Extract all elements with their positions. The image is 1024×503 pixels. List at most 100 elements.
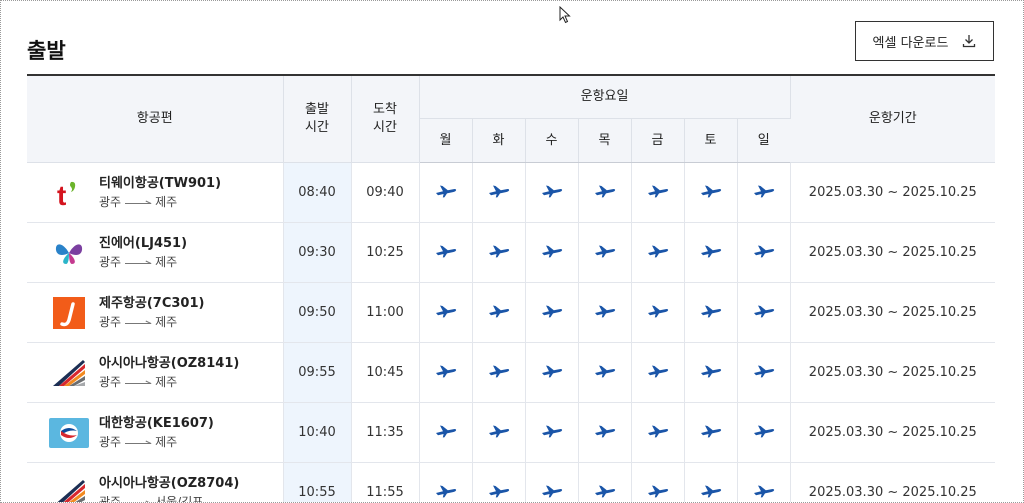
route-from: 광주 [99, 494, 122, 503]
airplane-icon [594, 305, 615, 317]
airplane-icon [435, 185, 456, 197]
flight-list: t 티웨이항공(TW901) 광주 제주 08:40 09:40 2025.03… [27, 162, 996, 503]
operating-day-cell [472, 342, 526, 403]
airline-logo: t [49, 176, 89, 210]
header-operating-period: 운항기간 [790, 74, 996, 163]
airplane-icon [541, 425, 562, 437]
airplane-icon [488, 305, 509, 317]
airplane-icon [700, 485, 721, 497]
excel-download-label: 엑셀 다운로드 [872, 35, 949, 51]
operating-day-cell [578, 222, 632, 283]
page-title: 출발 [27, 39, 66, 63]
airplane-icon [753, 305, 774, 317]
airplane-icon [541, 185, 562, 197]
flight-name: 아시아나항공(OZ8704) [99, 475, 240, 491]
operating-day-cell [525, 282, 579, 343]
flight-name: 대한항공(KE1607) [99, 415, 214, 431]
operating-day-cell [631, 342, 685, 403]
operating-day-cell [472, 462, 526, 502]
operating-day-cell [631, 222, 685, 283]
flight-row: 아시아나항공(OZ8141) 광주 제주 09:55 10:45 2025.03… [27, 342, 996, 403]
route-arrow-icon [125, 499, 151, 503]
airplane-icon [647, 485, 668, 497]
operating-day-cell [419, 402, 473, 463]
departure-schedule-table: 항공편 출발 시간 도착 시간 운항요일 운항기간 월 화 수 목 금 토 일 … [27, 74, 996, 503]
header-day-mon: 월 [419, 118, 473, 163]
airline-logo [49, 356, 89, 390]
operating-day-cell [419, 162, 473, 223]
operating-period: 2025.03.30 ~ 2025.10.25 [790, 342, 996, 403]
operating-day-cell [631, 282, 685, 343]
operating-day-cell [578, 462, 632, 502]
operating-day-cell [419, 222, 473, 283]
flight-row: t 티웨이항공(TW901) 광주 제주 08:40 09:40 2025.03… [27, 162, 996, 223]
header-day-sun: 일 [737, 118, 791, 163]
route-arrow-icon [125, 319, 152, 325]
airplane-icon [594, 485, 615, 497]
route-to: 제주 [155, 374, 178, 389]
operating-day-cell [578, 162, 632, 223]
operating-day-cell [684, 162, 738, 223]
flight-route: 광주 제주 [99, 253, 187, 271]
operating-day-cell [525, 342, 579, 403]
header-flight: 항공편 [27, 74, 284, 163]
flight-route: 광주 제주 [99, 373, 239, 391]
operating-day-cell [525, 462, 579, 502]
arrival-time: 10:45 [351, 342, 420, 403]
operating-day-cell [684, 222, 738, 283]
airplane-icon [647, 185, 668, 197]
flight-cell: 아시아나항공(OZ8141) 광주 제주 [27, 342, 284, 403]
mouse-cursor-icon [559, 6, 571, 24]
svg-text:t: t [57, 180, 66, 210]
route-to: 제주 [155, 314, 178, 329]
operating-day-cell [631, 162, 685, 223]
header-day-thu: 목 [578, 118, 632, 163]
airplane-icon [647, 245, 668, 257]
route-from: 광주 [99, 374, 122, 389]
operating-day-cell [472, 162, 526, 223]
route-from: 광주 [99, 314, 122, 329]
flight-route: 광주 제주 [99, 313, 204, 331]
arrival-time: 11:00 [351, 282, 420, 343]
flight-route: 광주 제주 [99, 193, 221, 211]
airplane-icon [488, 185, 509, 197]
airplane-icon [541, 305, 562, 317]
airplane-icon [488, 245, 509, 257]
airline-logo [49, 296, 89, 330]
airline-logo [49, 236, 89, 270]
operating-day-cell [525, 162, 579, 223]
flight-name: 티웨이항공(TW901) [99, 175, 222, 191]
operating-day-cell [419, 342, 473, 403]
flight-row: 아시아나항공(OZ8704) 광주 서울/김포 10:55 11:55 2025… [27, 462, 996, 503]
arrival-time: 10:25 [351, 222, 420, 283]
airplane-icon [594, 245, 615, 257]
airline-logo [49, 476, 89, 502]
departure-time: 10:55 [283, 462, 352, 502]
flight-cell: 진에어(LJ451) 광주 제주 [27, 222, 284, 283]
flight-name: 아시아나항공(OZ8141) [99, 355, 240, 371]
header-arr-line2: 시간 [373, 120, 397, 135]
airplane-icon [488, 365, 509, 377]
route-arrow-icon [125, 379, 152, 385]
arrival-time: 11:55 [351, 462, 420, 502]
airplane-icon [594, 185, 615, 197]
airplane-icon [753, 365, 774, 377]
flight-cell: t 티웨이항공(TW901) 광주 제주 [27, 162, 284, 223]
airplane-icon [647, 365, 668, 377]
airplane-icon [753, 425, 774, 437]
route-to: 서울/김포 [155, 494, 204, 503]
header-day-sat: 토 [684, 118, 738, 163]
departure-time: 09:30 [283, 222, 352, 283]
operating-day-cell [684, 402, 738, 463]
departure-time: 08:40 [283, 162, 352, 223]
airplane-icon [700, 365, 721, 377]
operating-day-cell [684, 462, 738, 502]
operating-day-cell [737, 222, 791, 283]
header-dep-line1: 출발 [305, 102, 329, 117]
airplane-icon [700, 425, 721, 437]
header-day-fri: 금 [631, 118, 685, 163]
arrival-time: 11:35 [351, 402, 420, 463]
excel-download-button[interactable]: 엑셀 다운로드 [855, 21, 994, 61]
operating-period: 2025.03.30 ~ 2025.10.25 [790, 162, 996, 223]
operating-day-cell [737, 462, 791, 502]
